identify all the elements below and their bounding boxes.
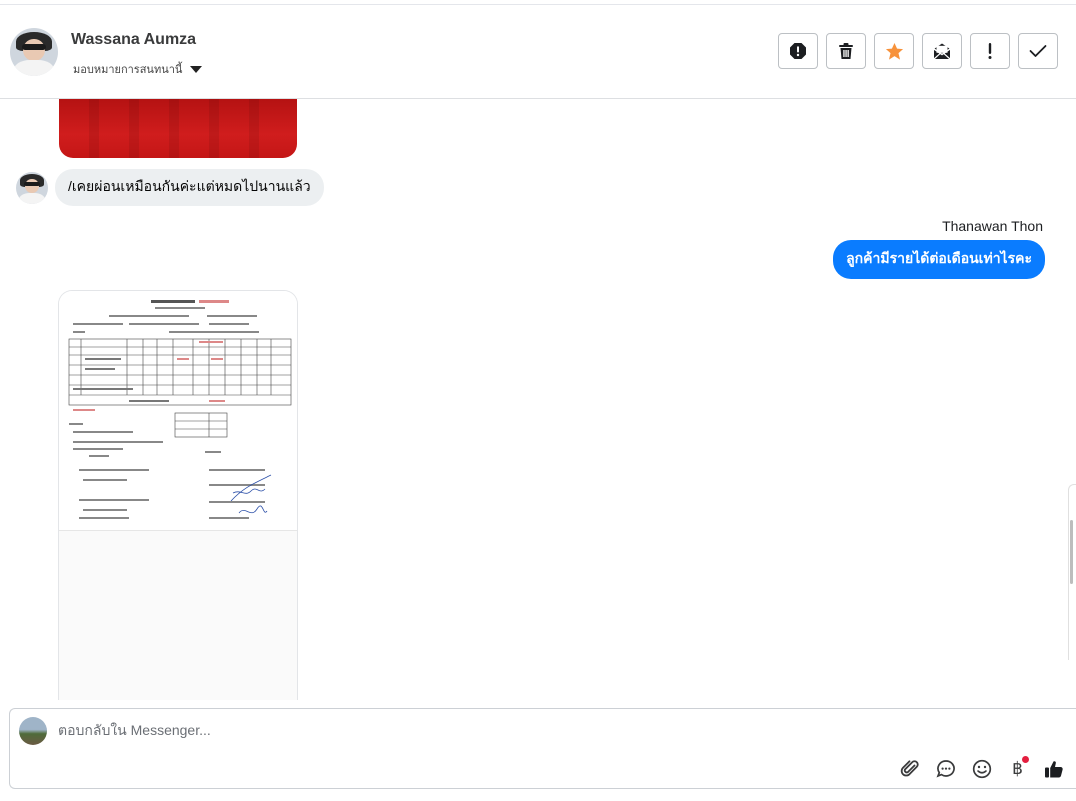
header-actions <box>778 33 1058 69</box>
notification-dot <box>1022 756 1029 763</box>
sender-avatar[interactable] <box>16 171 48 204</box>
mark-unread-button[interactable] <box>922 33 962 69</box>
outgoing-sender-name: Thanawan Thon <box>942 218 1043 234</box>
emoji-icon <box>972 759 991 778</box>
attach-button[interactable] <box>897 756 922 781</box>
contact-avatar[interactable] <box>10 28 58 76</box>
like-button[interactable] <box>1041 756 1066 781</box>
important-icon <box>988 43 992 59</box>
emoji-button[interactable] <box>969 756 994 781</box>
image-attachment[interactable] <box>59 99 297 158</box>
scrollbar-thumb[interactable] <box>1070 520 1073 584</box>
incoming-message: /เคยผ่อนเหมือนกันค่ะแต่หมดไปนานแล้ว <box>16 169 324 206</box>
star-button[interactable] <box>874 33 914 69</box>
mail-icon <box>933 43 951 60</box>
caret-down-icon <box>190 65 203 73</box>
check-icon <box>1029 45 1047 57</box>
messenger-conversation-view: Wassana Aumza มอบหมายการสนทนานี้ /เคยผ่อ… <box>0 0 1076 801</box>
agent-avatar <box>19 717 47 745</box>
baht-icon: ฿ <box>1012 758 1023 779</box>
assign-conversation-dropdown[interactable]: มอบหมายการสนทนานี้ <box>73 60 203 78</box>
composer-toolbar: ฿ <box>897 756 1066 781</box>
conversation-header: Wassana Aumza มอบหมายการสนทนานี้ <box>0 5 1076 99</box>
attachment-icon <box>900 759 919 776</box>
report-icon <box>790 43 806 59</box>
incoming-message-bubble[interactable]: /เคยผ่อนเหมือนกันค่ะแต่หมดไปนานแล้ว <box>55 169 324 206</box>
like-icon <box>1044 760 1063 777</box>
star-icon <box>885 42 903 60</box>
report-spam-button[interactable] <box>778 33 818 69</box>
assign-label: มอบหมายการสนทนานี้ <box>73 63 183 76</box>
reply-input[interactable] <box>58 722 758 738</box>
payment-button[interactable]: ฿ <box>1005 756 1030 781</box>
saved-replies-button[interactable] <box>933 756 958 781</box>
document-image-attachment[interactable] <box>58 290 298 700</box>
mark-important-button[interactable] <box>970 33 1010 69</box>
delete-button[interactable] <box>826 33 866 69</box>
mark-done-button[interactable] <box>1018 33 1058 69</box>
trash-icon <box>839 43 853 59</box>
contact-name[interactable]: Wassana Aumza <box>71 31 196 49</box>
document-thumbnail-graphic <box>68 300 292 519</box>
saved-replies-icon <box>936 759 955 778</box>
outgoing-message-bubble[interactable]: ลูกค้ามีรายได้ต่อเดือนเท่าไรคะ <box>833 240 1045 279</box>
reply-composer: ฿ <box>9 708 1076 789</box>
